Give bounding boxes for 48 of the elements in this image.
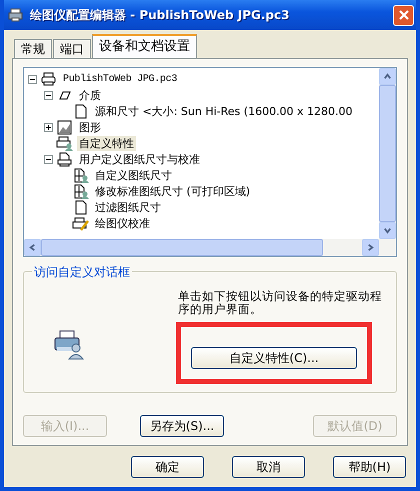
tree-item[interactable]: 介质 bbox=[77, 88, 103, 102]
tree-item[interactable]: 用户定义图纸尺寸与校准 bbox=[77, 152, 202, 166]
caret-right-icon bbox=[366, 243, 375, 252]
dialog-button[interactable]: 确定 bbox=[131, 456, 204, 478]
tree-item[interactable]: 图形 bbox=[77, 120, 103, 134]
expand-icon[interactable] bbox=[44, 122, 53, 132]
scroll-left-button[interactable] bbox=[24, 239, 41, 256]
panel-button[interactable]: 另存为(S)... bbox=[140, 415, 224, 437]
document-icon bbox=[56, 150, 74, 168]
dialog-button[interactable]: 帮助(H) bbox=[333, 456, 406, 478]
caret-left-icon bbox=[28, 243, 37, 252]
scroll-up-button[interactable] bbox=[379, 68, 396, 85]
tree-item[interactable]: 自定义特性 bbox=[77, 136, 136, 150]
dialog-button[interactable]: 取消 bbox=[232, 456, 305, 478]
caret-up-icon bbox=[383, 72, 392, 81]
scroll-down-button[interactable] bbox=[379, 222, 396, 239]
tab[interactable]: 常规 bbox=[14, 39, 52, 58]
printer-pencil-icon bbox=[72, 214, 90, 232]
document-user-icon bbox=[72, 182, 90, 200]
tree-item[interactable]: 修改标准图纸尺寸 (可打印区域) bbox=[93, 184, 252, 198]
window-title: 绘图仪配置编辑器 - PublishToWeb JPG.pc3 bbox=[30, 6, 290, 24]
tree-item[interactable]: PublishToWeb JPG.pc3 bbox=[61, 72, 180, 86]
printer-icon bbox=[8, 7, 24, 23]
scrollbar-thumb[interactable] bbox=[379, 85, 396, 222]
close-button[interactable] bbox=[393, 4, 414, 26]
vertical-scrollbar[interactable] bbox=[379, 68, 396, 239]
printer-icon bbox=[40, 70, 58, 88]
group-title: 访问自定义对话框 bbox=[32, 264, 132, 281]
tree-item[interactable]: 过滤图纸尺寸 bbox=[93, 200, 163, 214]
tree-item[interactable]: 源和尺寸 <大小: Sun Hi-Res (1600.00 x 1280.00 bbox=[93, 104, 355, 118]
tab[interactable]: 设备和文档设置 bbox=[92, 34, 197, 58]
horizontal-scrollbar[interactable] bbox=[24, 239, 396, 256]
close-icon bbox=[398, 9, 410, 21]
custom-properties-button[interactable]: 自定义特性(C)... bbox=[191, 347, 357, 369]
description-text: 单击如下按钮以访问设备的特定驱动程序的用户界面。 bbox=[178, 290, 383, 316]
printer-user-icon bbox=[52, 328, 84, 360]
collapse-icon[interactable] bbox=[28, 74, 37, 84]
collapse-icon[interactable] bbox=[44, 90, 53, 100]
document-user-icon bbox=[72, 166, 90, 184]
image-icon bbox=[56, 118, 74, 136]
scrollbar-thumb[interactable] bbox=[41, 239, 323, 256]
scroll-right-button[interactable] bbox=[362, 239, 379, 256]
tree-item[interactable]: 绘图仪校准 bbox=[93, 216, 152, 230]
tab[interactable]: 端口 bbox=[53, 39, 91, 58]
tree-item[interactable]: 自定义图纸尺寸 bbox=[93, 168, 174, 182]
caret-down-icon bbox=[383, 226, 392, 235]
printer-user-icon bbox=[56, 134, 74, 152]
collapse-icon[interactable] bbox=[44, 154, 53, 164]
